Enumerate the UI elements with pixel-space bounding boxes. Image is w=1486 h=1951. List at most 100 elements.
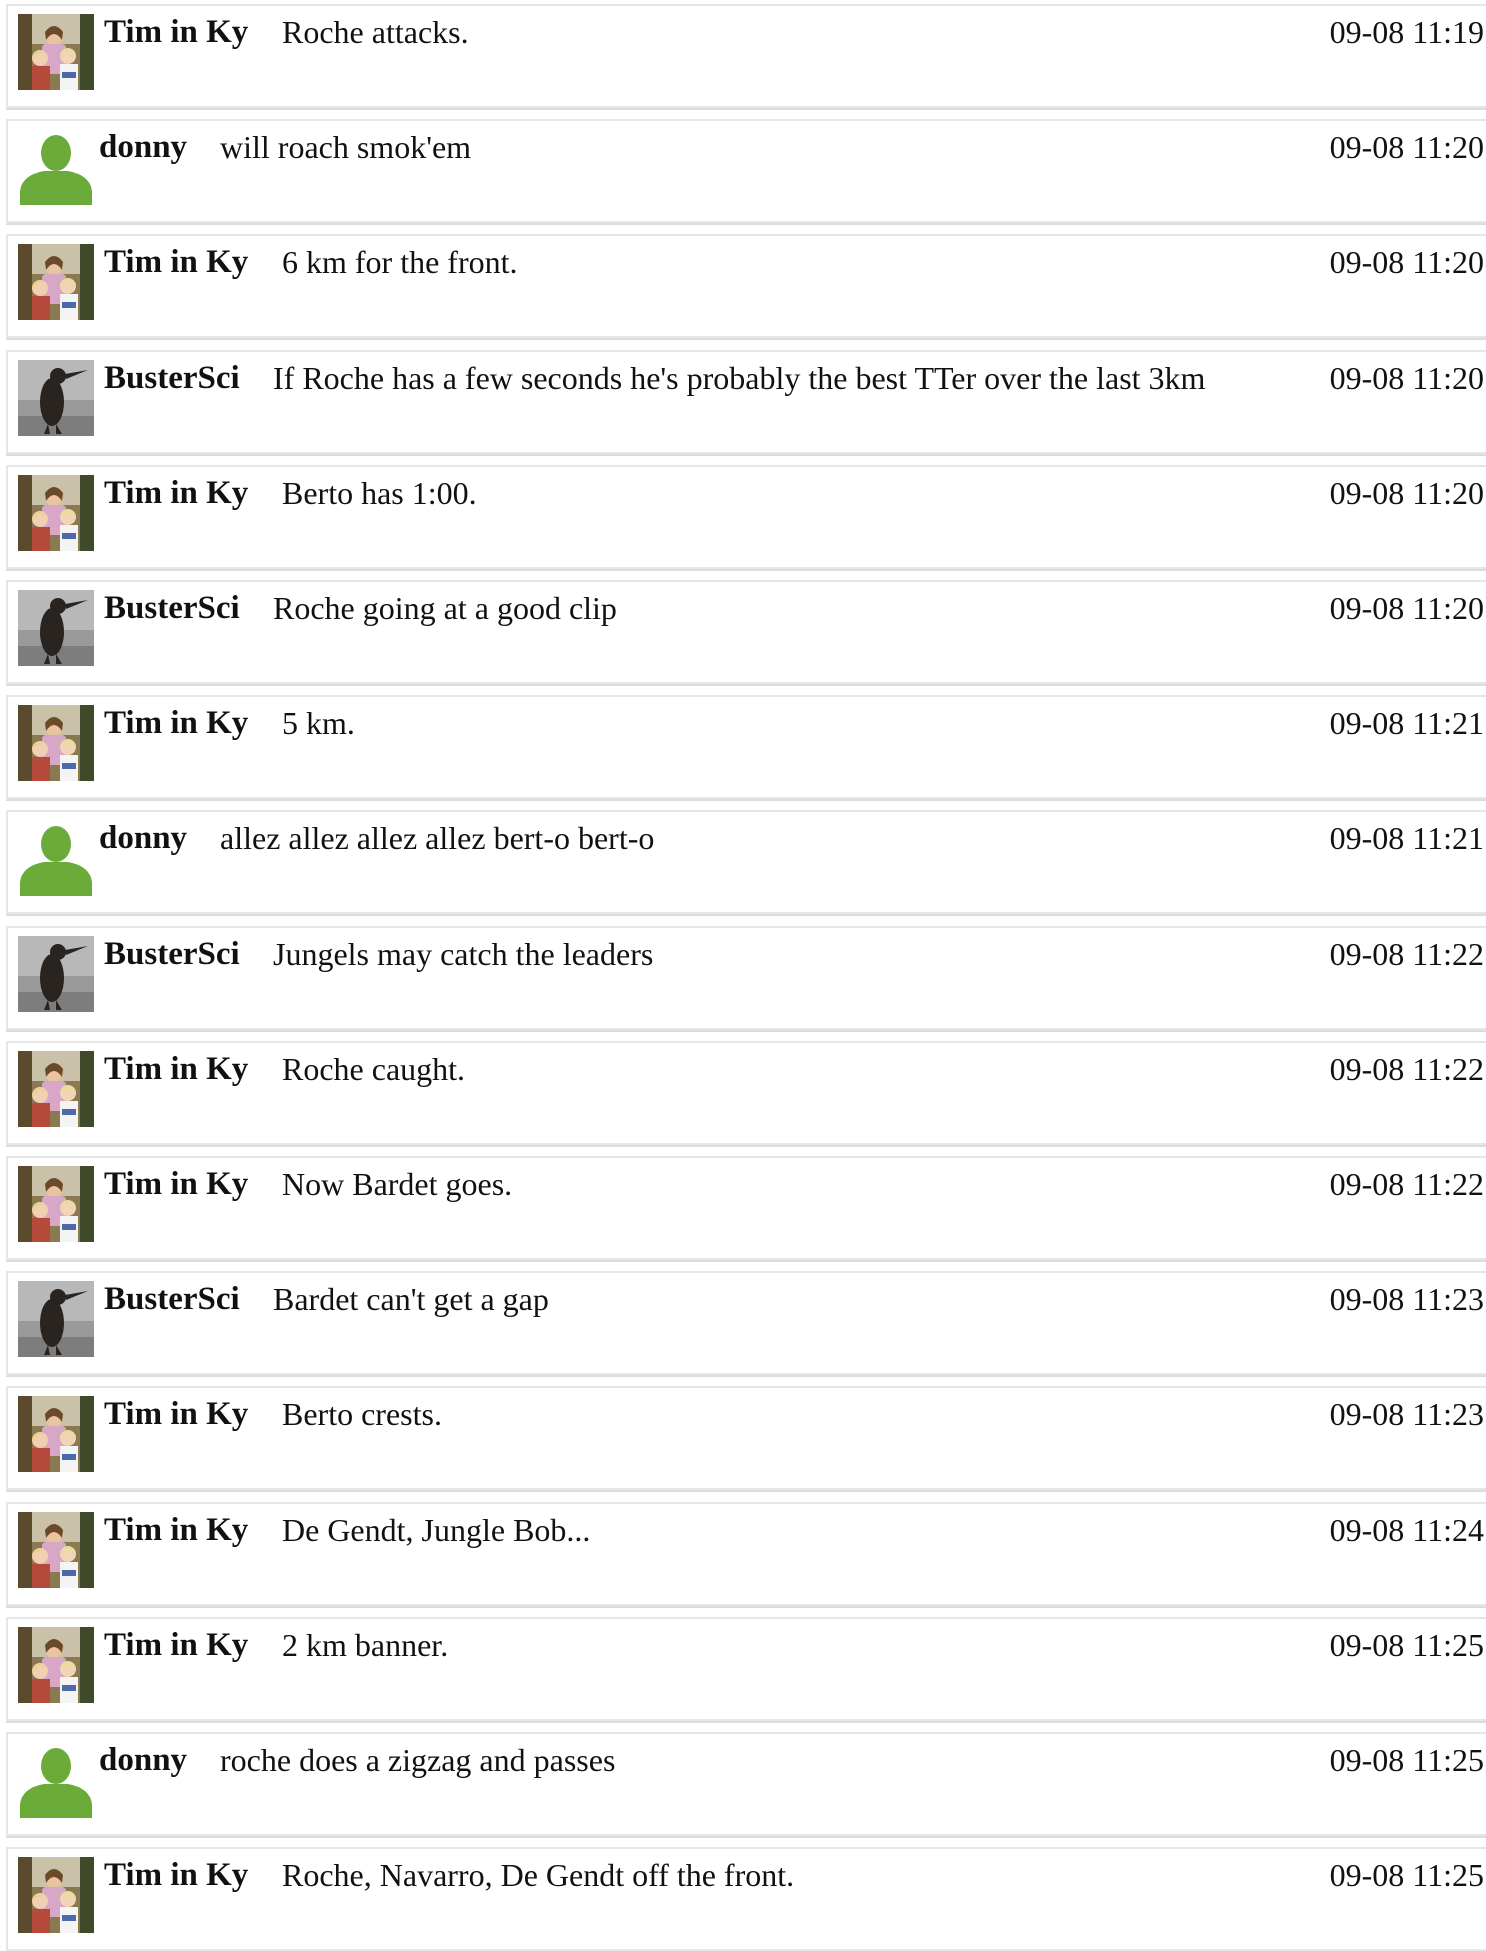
family-photo-svg xyxy=(18,1627,94,1703)
family-photo-svg xyxy=(18,1512,94,1588)
penguin-photo-svg xyxy=(18,360,94,436)
message-username[interactable]: Tim in Ky xyxy=(104,1392,248,1436)
message-text: allez allez allez allez bert-o bert-o xyxy=(220,820,655,856)
chat-message: Tim in Ky Roche attacks. 09-08 11:19 xyxy=(6,4,1486,108)
family-photo-svg xyxy=(18,1857,94,1933)
message-text: Jungels may catch the leaders xyxy=(273,936,654,972)
message-timestamp: 09-08 11:20 xyxy=(1329,244,1484,280)
chat-message: Tim in Ky Roche caught. 09-08 11:22 xyxy=(6,1041,1486,1145)
message-timestamp: 09-08 11:25 xyxy=(1329,1742,1484,1778)
message-timestamp: 09-08 11:20 xyxy=(1329,590,1484,626)
message-timestamp: 09-08 11:23 xyxy=(1329,1396,1484,1432)
penguin-photo-avatar[interactable] xyxy=(18,360,94,436)
message-username[interactable]: Tim in Ky xyxy=(104,701,248,745)
family-photo-avatar[interactable] xyxy=(18,1396,94,1472)
message-text: Roche, Navarro, De Gendt off the front. xyxy=(282,1857,795,1893)
chat-message: donny roche does a zigzag and passes 09-08… xyxy=(6,1732,1486,1836)
message-text: will roach smok'em xyxy=(220,129,472,165)
message-text: Bardet can't get a gap xyxy=(273,1281,549,1317)
family-photo-avatar[interactable] xyxy=(18,1051,94,1127)
chat-message: Tim in Ky Berto crests. 09-08 11:23 xyxy=(6,1386,1486,1490)
message-timestamp: 09-08 11:24 xyxy=(1329,1512,1484,1548)
family-photo-avatar[interactable] xyxy=(18,475,94,551)
message-username[interactable]: Tim in Ky xyxy=(104,1047,248,1091)
penguin-photo-svg xyxy=(18,1281,94,1357)
penguin-photo-avatar[interactable] xyxy=(18,590,94,666)
message-username[interactable]: BusterSci xyxy=(104,932,240,976)
message-username[interactable]: Tim in Ky xyxy=(104,10,248,54)
penguin-photo-avatar[interactable] xyxy=(18,1281,94,1357)
message-timestamp: 09-08 11:19 xyxy=(1329,14,1484,50)
message-text: If Roche has a few seconds he's probably… xyxy=(273,360,1206,396)
message-timestamp: 09-08 11:22 xyxy=(1329,1166,1484,1202)
default-user-silhouette-svg xyxy=(18,129,94,205)
family-photo-avatar[interactable] xyxy=(18,14,94,90)
family-photo-svg xyxy=(18,244,94,320)
chat-message: Tim in Ky Berto has 1:00. 09-08 11:20 xyxy=(6,465,1486,569)
message-text: De Gendt, Jungle Bob... xyxy=(282,1512,591,1548)
family-photo-svg xyxy=(18,1396,94,1472)
message-timestamp: 09-08 11:25 xyxy=(1329,1857,1484,1893)
default-user-silhouette-icon[interactable] xyxy=(18,129,94,205)
message-timestamp: 09-08 11:25 xyxy=(1329,1627,1484,1663)
message-text: Roche attacks. xyxy=(282,14,469,50)
message-text: 5 km. xyxy=(282,705,355,741)
message-timestamp: 09-08 11:21 xyxy=(1329,705,1484,741)
chat-message: Tim in Ky Roche, Navarro, De Gendt off th… xyxy=(6,1847,1486,1951)
family-photo-svg xyxy=(18,14,94,90)
family-photo-svg xyxy=(18,705,94,781)
message-username[interactable]: donny xyxy=(99,816,187,860)
message-username[interactable]: Tim in Ky xyxy=(104,471,248,515)
message-username[interactable]: donny xyxy=(99,1738,187,1782)
message-username[interactable]: BusterSci xyxy=(104,356,240,400)
message-text: roche does a zigzag and passes xyxy=(220,1742,616,1778)
message-username[interactable]: BusterSci xyxy=(104,586,240,630)
penguin-photo-avatar[interactable] xyxy=(18,936,94,1012)
chat-message: Tim in Ky 2 km banner. 09-08 11:25 xyxy=(6,1617,1486,1721)
message-username[interactable]: BusterSci xyxy=(104,1277,240,1321)
penguin-photo-svg xyxy=(18,590,94,666)
message-username[interactable]: Tim in Ky xyxy=(104,240,248,284)
default-user-silhouette-svg xyxy=(18,820,94,896)
default-user-silhouette-icon[interactable] xyxy=(18,820,94,896)
chat-message: Tim in Ky 6 km for the front. 09-08 11:20 xyxy=(6,234,1486,338)
chat-message: donny allez allez allez allez bert-o bert… xyxy=(6,810,1486,914)
chat-message: BusterSci Roche going at a good clip 09-08… xyxy=(6,580,1486,684)
penguin-photo-svg xyxy=(18,936,94,1012)
family-photo-svg xyxy=(18,1166,94,1242)
message-text: Berto crests. xyxy=(282,1396,442,1432)
family-photo-avatar[interactable] xyxy=(18,1857,94,1933)
message-timestamp: 09-08 11:23 xyxy=(1329,1281,1484,1317)
chat-message: donny will roach smok'em 09-08 11:20 xyxy=(6,119,1486,223)
chat-message: BusterSci Jungels may catch the leaders 09… xyxy=(6,926,1486,1030)
message-timestamp: 09-08 11:20 xyxy=(1329,129,1484,165)
message-timestamp: 09-08 11:22 xyxy=(1329,1051,1484,1087)
chat-message: BusterSci Bardet can't get a gap 09-08 11:… xyxy=(6,1271,1486,1375)
message-text: Roche caught. xyxy=(282,1051,466,1087)
family-photo-avatar[interactable] xyxy=(18,1512,94,1588)
family-photo-svg xyxy=(18,475,94,551)
default-user-silhouette-svg xyxy=(18,1742,94,1818)
chat-message: Tim in Ky De Gendt, Jungle Bob... 09-08 11… xyxy=(6,1502,1486,1606)
message-timestamp: 09-08 11:20 xyxy=(1329,360,1484,396)
chat-message: BusterSci If Roche has a few seconds he's… xyxy=(6,350,1486,454)
message-username[interactable]: Tim in Ky xyxy=(104,1853,248,1897)
message-text: Berto has 1:00. xyxy=(282,475,477,511)
message-username[interactable]: Tim in Ky xyxy=(104,1162,248,1206)
message-text: Roche going at a good clip xyxy=(273,590,617,626)
chat-message: Tim in Ky 5 km. 09-08 11:21 xyxy=(6,695,1486,799)
message-text: Now Bardet goes. xyxy=(282,1166,513,1202)
message-timestamp: 09-08 11:20 xyxy=(1329,475,1484,511)
message-text: 2 km banner. xyxy=(282,1627,449,1663)
message-timestamp: 09-08 11:21 xyxy=(1329,820,1484,856)
message-username[interactable]: Tim in Ky xyxy=(104,1508,248,1552)
family-photo-avatar[interactable] xyxy=(18,1627,94,1703)
default-user-silhouette-icon[interactable] xyxy=(18,1742,94,1818)
family-photo-avatar[interactable] xyxy=(18,1166,94,1242)
message-username[interactable]: Tim in Ky xyxy=(104,1623,248,1667)
message-text: 6 km for the front. xyxy=(282,244,518,280)
message-username[interactable]: donny xyxy=(99,125,187,169)
family-photo-avatar[interactable] xyxy=(18,244,94,320)
message-timestamp: 09-08 11:22 xyxy=(1329,936,1484,972)
family-photo-avatar[interactable] xyxy=(18,705,94,781)
